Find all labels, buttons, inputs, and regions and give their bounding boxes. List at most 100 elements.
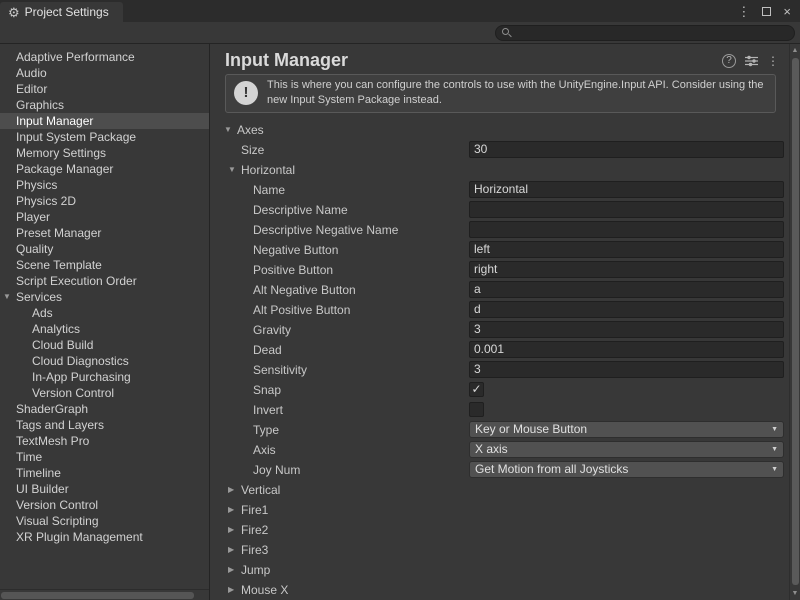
property-row-axes: ▼ Axes <box>210 120 789 140</box>
foldout-closed-icon[interactable]: ▶ <box>228 485 234 494</box>
property-row-vertical: ▶ Vertical <box>210 480 789 500</box>
property-label[interactable]: Jump <box>241 563 270 577</box>
foldout-open-icon[interactable]: ▼ <box>224 125 232 134</box>
sidebar-item-services[interactable]: ▼Services <box>0 289 209 305</box>
sidebar-item-tags-and-layers[interactable]: Tags and Layers <box>0 417 209 433</box>
vertical-scrollbar[interactable]: ▲ ▼ <box>789 44 800 600</box>
property-row-descriptive-negative-name: Descriptive Negative Name <box>210 220 789 240</box>
field-negative-button[interactable] <box>469 241 784 258</box>
property-label: Sensitivity <box>253 363 307 377</box>
sidebar-item-version-control[interactable]: Version Control <box>0 385 209 401</box>
info-box: ! This is where you can configure the co… <box>225 74 776 113</box>
property-label[interactable]: Fire3 <box>241 543 268 557</box>
field-size[interactable] <box>469 141 784 158</box>
property-label: Type <box>253 423 279 437</box>
foldout-closed-icon[interactable]: ▶ <box>228 545 234 554</box>
presets-icon[interactable] <box>745 55 758 67</box>
sidebar-item-time[interactable]: Time <box>0 449 209 465</box>
scroll-up-icon[interactable]: ▲ <box>790 47 800 54</box>
sidebar-item-label: Time <box>16 450 42 464</box>
dropdown-type[interactable]: Key or Mouse Button▼ <box>469 421 784 438</box>
foldout-open-icon[interactable]: ▼ <box>3 289 11 305</box>
sidebar-item-textmesh-pro[interactable]: TextMesh Pro <box>0 433 209 449</box>
project-settings-window: ⚙ Project Settings ⋮ × Adaptive Performa… <box>0 0 800 600</box>
sidebar-item-label: Input System Package <box>16 130 136 144</box>
sidebar-item-version-control[interactable]: Version Control <box>0 497 209 513</box>
sidebar-item-shadergraph[interactable]: ShaderGraph <box>0 401 209 417</box>
property-label: Axis <box>253 443 276 457</box>
sidebar-item-player[interactable]: Player <box>0 209 209 225</box>
search-box[interactable] <box>495 25 795 41</box>
sidebar-item-memory-settings[interactable]: Memory Settings <box>0 145 209 161</box>
field-sensitivity[interactable] <box>469 361 784 378</box>
sidebar-item-editor[interactable]: Editor <box>0 81 209 97</box>
sidebar-item-label: Quality <box>16 242 53 256</box>
sidebar-item-xr-plugin-management[interactable]: XR Plugin Management <box>0 529 209 545</box>
property-label[interactable]: Fire1 <box>241 503 268 517</box>
sidebar-item-ui-builder[interactable]: UI Builder <box>0 481 209 497</box>
scrollbar-thumb[interactable] <box>1 592 194 599</box>
foldout-open-icon[interactable]: ▼ <box>228 165 236 174</box>
search-input[interactable] <box>517 27 788 39</box>
checkbox-invert[interactable] <box>469 402 484 417</box>
context-menu-icon[interactable]: ⋮ <box>767 55 779 67</box>
sidebar-item-input-manager[interactable]: Input Manager <box>0 113 209 129</box>
window-tab-project-settings[interactable]: ⚙ Project Settings <box>0 2 123 22</box>
sidebar-item-graphics[interactable]: Graphics <box>0 97 209 113</box>
sidebar-item-scene-template[interactable]: Scene Template <box>0 257 209 273</box>
field-descriptive-negative-name[interactable] <box>469 221 784 238</box>
dropdown-joy-num[interactable]: Get Motion from all Joysticks▼ <box>469 461 784 478</box>
field-alt-negative-button[interactable] <box>469 281 784 298</box>
sidebar-item-analytics[interactable]: Analytics <box>0 321 209 337</box>
sidebar-item-script-execution-order[interactable]: Script Execution Order <box>0 273 209 289</box>
property-row-fire3: ▶ Fire3 <box>210 540 789 560</box>
sidebar-item-in-app-purchasing[interactable]: In-App Purchasing <box>0 369 209 385</box>
sidebar-item-cloud-build[interactable]: Cloud Build <box>0 337 209 353</box>
foldout-closed-icon[interactable]: ▶ <box>228 585 234 594</box>
sidebar-item-physics-2d[interactable]: Physics 2D <box>0 193 209 209</box>
field-descriptive-name[interactable] <box>469 201 784 218</box>
property-label[interactable]: Axes <box>237 123 264 137</box>
dropdown-axis[interactable]: X axis▼ <box>469 441 784 458</box>
foldout-closed-icon[interactable]: ▶ <box>228 505 234 514</box>
foldout-closed-icon[interactable]: ▶ <box>228 565 234 574</box>
foldout-closed-icon[interactable]: ▶ <box>228 525 234 534</box>
field-name[interactable] <box>469 181 784 198</box>
scrollbar-thumb[interactable] <box>792 58 799 585</box>
property-label[interactable]: Fire2 <box>241 523 268 537</box>
sidebar-item-label: Timeline <box>16 466 61 480</box>
field-dead[interactable] <box>469 341 784 358</box>
sidebar-item-label: Adaptive Performance <box>16 50 135 64</box>
sidebar-item-physics[interactable]: Physics <box>0 177 209 193</box>
sidebar-item-input-system-package[interactable]: Input System Package <box>0 129 209 145</box>
close-icon[interactable]: × <box>783 5 791 18</box>
sidebar-item-package-manager[interactable]: Package Manager <box>0 161 209 177</box>
panel-header: Input Manager ? <box>210 44 789 73</box>
sidebar-item-label: Tags and Layers <box>16 418 104 432</box>
scroll-down-icon[interactable]: ▼ <box>790 590 800 597</box>
window-menu-icon[interactable]: ⋮ <box>737 5 750 18</box>
checkbox-snap[interactable]: ✓ <box>469 382 484 397</box>
sidebar-horizontal-scrollbar[interactable] <box>0 589 210 600</box>
sidebar-item-quality[interactable]: Quality <box>0 241 209 257</box>
sidebar-item-ads[interactable]: Ads <box>0 305 209 321</box>
sidebar-item-visual-scripting[interactable]: Visual Scripting <box>0 513 209 529</box>
property-row-descriptive-name: Descriptive Name <box>210 200 789 220</box>
help-icon[interactable]: ? <box>722 54 736 68</box>
field-alt-positive-button[interactable] <box>469 301 784 318</box>
property-row-sensitivity: Sensitivity <box>210 360 789 380</box>
property-row-fire1: ▶ Fire1 <box>210 500 789 520</box>
property-row-size: Size <box>210 140 789 160</box>
sidebar-item-preset-manager[interactable]: Preset Manager <box>0 225 209 241</box>
sidebar-item-label: Input Manager <box>16 114 93 128</box>
property-label[interactable]: Horizontal <box>241 163 295 177</box>
sidebar-item-cloud-diagnostics[interactable]: Cloud Diagnostics <box>0 353 209 369</box>
field-positive-button[interactable] <box>469 261 784 278</box>
field-gravity[interactable] <box>469 321 784 338</box>
sidebar-item-timeline[interactable]: Timeline <box>0 465 209 481</box>
property-label[interactable]: Vertical <box>241 483 280 497</box>
sidebar-item-audio[interactable]: Audio <box>0 65 209 81</box>
property-label[interactable]: Mouse X <box>241 583 288 597</box>
sidebar-item-adaptive-performance[interactable]: Adaptive Performance <box>0 49 209 65</box>
maximize-icon[interactable] <box>762 7 771 16</box>
